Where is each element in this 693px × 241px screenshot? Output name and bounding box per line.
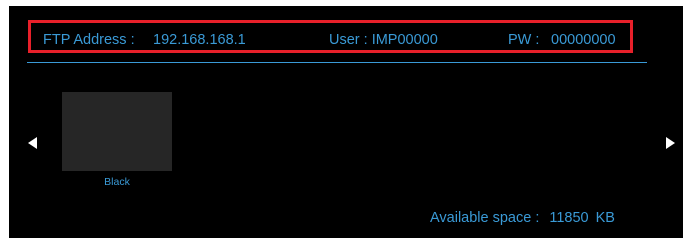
gallery-thumbnail <box>62 92 172 171</box>
ftp-address-value: 192.168.168.1 <box>153 32 246 48</box>
available-space-value: 11850 <box>549 210 589 226</box>
ftp-password-label: PW : <box>508 32 540 48</box>
available-space-label: Available space : <box>430 210 540 226</box>
triangle-right-icon[interactable] <box>666 137 675 149</box>
available-space-unit: KB <box>595 210 615 226</box>
ftp-password-value: 00000000 <box>551 32 616 48</box>
gallery-item-label: Black <box>104 176 130 188</box>
header-divider <box>27 62 647 63</box>
ftp-address-label: FTP Address : <box>43 32 135 48</box>
ftp-info-screen: FTP Address : 192.168.168.1 User : IMP00… <box>9 6 683 238</box>
ftp-info-box: FTP Address : 192.168.168.1 User : IMP00… <box>28 20 633 53</box>
triangle-left-icon[interactable] <box>28 137 37 149</box>
ftp-user-text: User : IMP00000 <box>329 32 438 48</box>
gallery-item[interactable]: Black <box>62 92 172 188</box>
available-space: Available space : 11850 KB <box>430 210 615 226</box>
